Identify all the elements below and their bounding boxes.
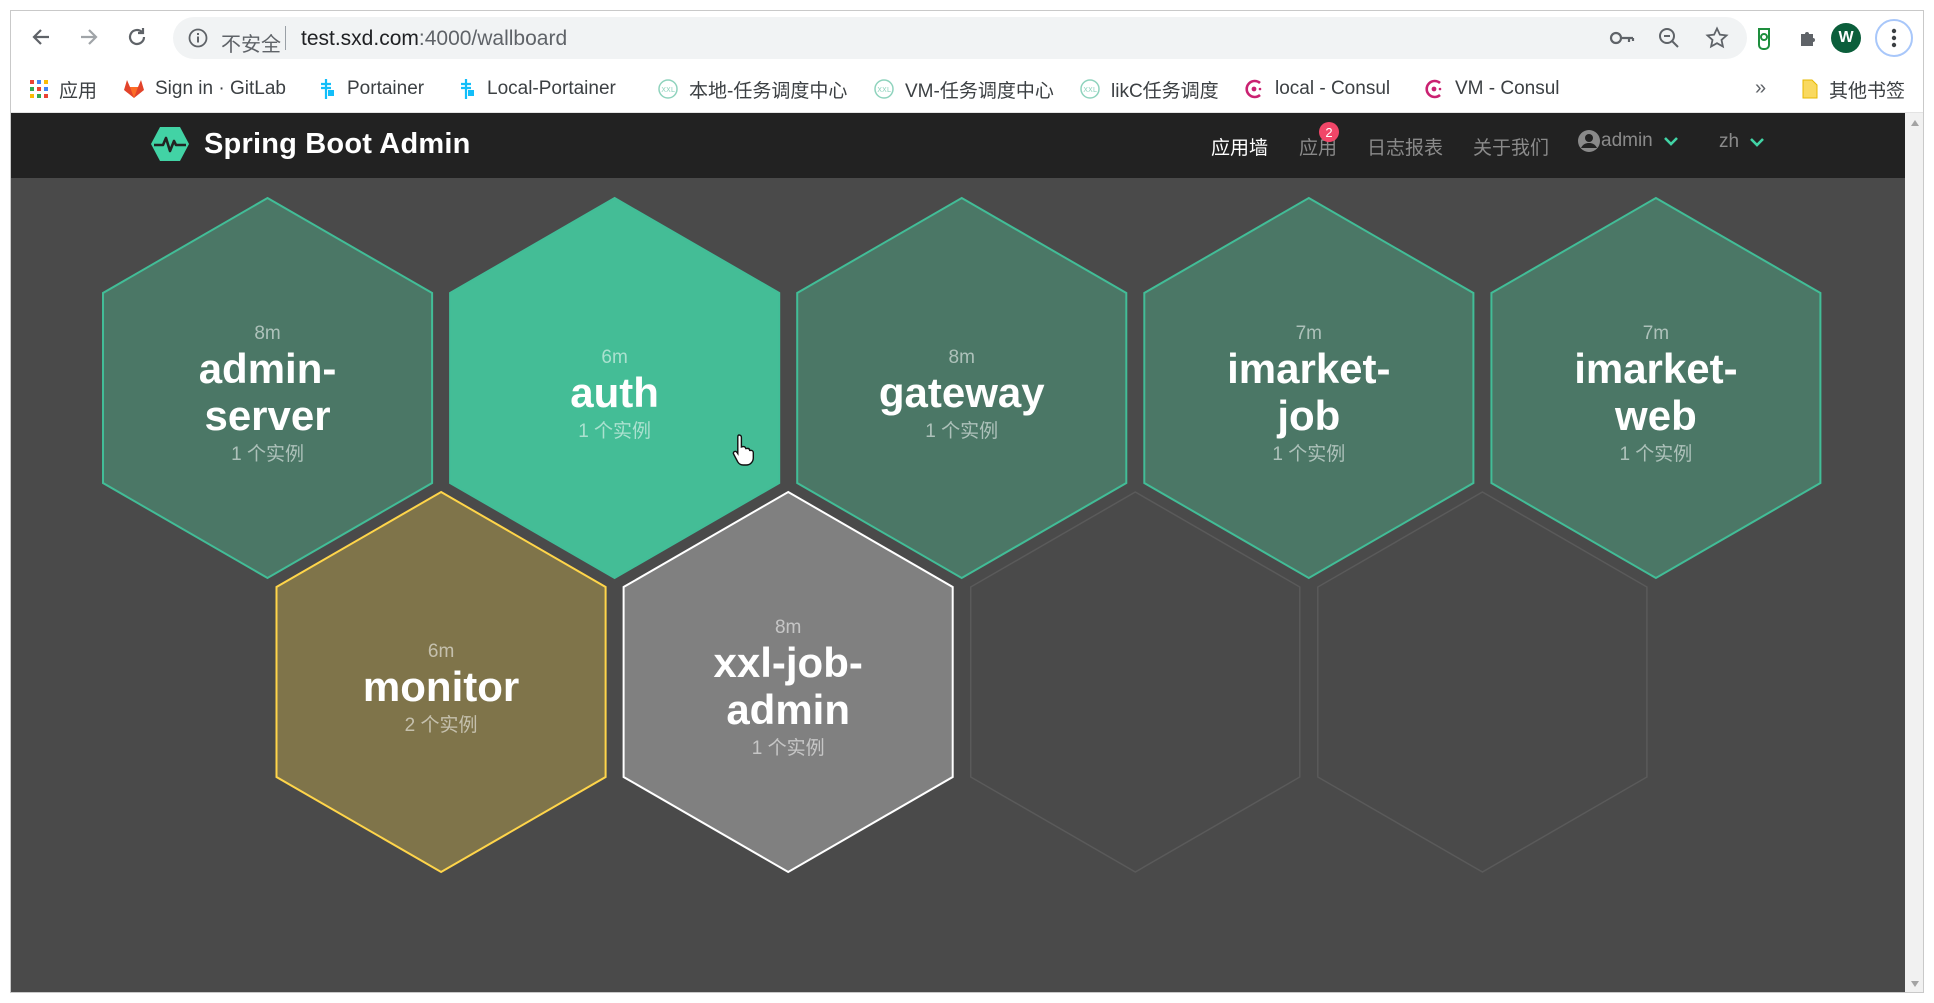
puzzle-icon[interactable] bbox=[1797, 26, 1821, 50]
bookmark-vm-xxl-job[interactable]: XXL VM-任务调度中心 bbox=[873, 75, 1054, 103]
bookmark-vm-consul[interactable]: VM - Consul bbox=[1423, 75, 1560, 103]
bookmark-label: 应用 bbox=[59, 80, 98, 102]
folder-icon bbox=[1801, 78, 1819, 100]
wallboard: 8m admin-server 1 个实例 6m auth 1 个实例 8m gateway 1… bbox=[11, 113, 1905, 992]
application-instance-count: 1 个实例 bbox=[751, 738, 825, 759]
page-scrollbar[interactable] bbox=[1905, 113, 1923, 992]
application-name: auth bbox=[570, 368, 659, 416]
consul-icon bbox=[1423, 78, 1445, 100]
application-uptime: 7m bbox=[1295, 323, 1323, 344]
application-instance-count: 2 个实例 bbox=[404, 714, 478, 736]
bookmark-local-xxl-job[interactable]: XXL 本地-任务调度中心 bbox=[657, 75, 847, 103]
application-instance-count: 1 个实例 bbox=[925, 420, 999, 442]
application-tile-label[interactable]: 8m admin-server 1 个实例 bbox=[199, 323, 337, 466]
empty-hexagon-slot bbox=[969, 491, 1301, 873]
bookmark-gitlab[interactable]: Sign in · GitLab bbox=[123, 75, 286, 103]
application-uptime: 8m bbox=[254, 323, 281, 344]
browser-toolbar: 不安全 test.sxd.com:4000/wallboard W bbox=[11, 11, 1923, 65]
application-name: web bbox=[1615, 392, 1697, 439]
forward-arrow-icon bbox=[81, 29, 98, 45]
zoom-icon[interactable] bbox=[1657, 26, 1681, 50]
pointer-cursor-icon bbox=[732, 434, 754, 466]
application-name: monitor bbox=[362, 662, 520, 710]
application-tile-label[interactable]: 8m xxl-job-admin 1 个实例 bbox=[714, 617, 863, 760]
application-name: gateway bbox=[878, 368, 1045, 416]
bookmark-likc-xxl-job[interactable]: XXL likC任务调度 bbox=[1079, 75, 1219, 103]
application-uptime: 6m bbox=[601, 346, 628, 368]
reload-button[interactable] bbox=[119, 19, 155, 55]
bookmarks-overflow-button[interactable]: » bbox=[1755, 77, 1766, 100]
bookmark-label: 本地-任务调度中心 bbox=[689, 80, 848, 102]
consul-icon bbox=[1243, 78, 1265, 100]
application-name: xxl-job- bbox=[713, 639, 863, 686]
scroll-down-arrow-icon[interactable] bbox=[1910, 980, 1920, 988]
bookmark-local-portainer[interactable]: Local-Portainer bbox=[457, 75, 616, 103]
bookmark-label: likC任务调度 bbox=[1111, 80, 1219, 102]
application-instance-count: 1 个实例 bbox=[1272, 444, 1346, 465]
info-icon[interactable] bbox=[187, 27, 209, 49]
svg-text:XXL: XXL bbox=[877, 86, 891, 94]
back-arrow-icon bbox=[32, 29, 49, 45]
bookmark-local-consul[interactable]: local - Consul bbox=[1243, 75, 1390, 103]
forward-button[interactable] bbox=[71, 19, 107, 55]
url-path: :4000/wallboard bbox=[418, 27, 568, 50]
bookmarks-bar: 应用 Sign in · GitLab Portainer Local-Port… bbox=[11, 65, 1923, 113]
extension-icon[interactable] bbox=[1753, 25, 1777, 51]
wallboard-hexagons bbox=[102, 196, 1822, 874]
url-host: test.sxd.com bbox=[301, 27, 419, 50]
xxl-job-icon: XXL bbox=[1079, 78, 1101, 100]
bookmark-label: Local-Portainer bbox=[487, 78, 616, 99]
bookmark-portainer[interactable]: Portainer bbox=[317, 75, 424, 103]
application-name: admin- bbox=[198, 345, 337, 392]
application-name: job bbox=[1277, 392, 1341, 439]
browser-menu-button[interactable] bbox=[1875, 19, 1913, 57]
application-instance-count: 1 个实例 bbox=[1619, 444, 1693, 465]
portainer-icon bbox=[317, 78, 337, 100]
bookmark-label: Portainer bbox=[347, 78, 425, 99]
application-name: imarket- bbox=[1227, 345, 1391, 392]
omnibox-separator bbox=[285, 26, 286, 50]
back-button[interactable] bbox=[23, 19, 59, 55]
scroll-up-arrow-icon[interactable] bbox=[1910, 119, 1920, 127]
application-tile-label[interactable]: 6m auth 1 个实例 bbox=[570, 347, 659, 443]
application-name: admin bbox=[726, 686, 851, 733]
application-uptime: 6m bbox=[427, 640, 455, 662]
bookmark-label: VM-任务调度中心 bbox=[905, 80, 1054, 102]
spring-boot-admin-app: Spring Boot Admin 应用墙 应用 2 日志报表 关于我们 adm… bbox=[11, 113, 1905, 992]
other-bookmarks[interactable]: 其他书签 bbox=[1801, 75, 1905, 103]
application-uptime: 8m bbox=[948, 346, 975, 368]
application-tile-label[interactable]: 7m imarket-job 1 个实例 bbox=[1227, 323, 1390, 466]
application-name: server bbox=[204, 392, 331, 439]
portainer-icon bbox=[457, 78, 477, 100]
application-instance-count: 1 个实例 bbox=[578, 420, 652, 442]
apps-grid-icon bbox=[29, 79, 49, 99]
gitlab-icon bbox=[123, 79, 145, 99]
empty-hexagon-slot bbox=[1317, 491, 1648, 873]
xxl-job-icon: XXL bbox=[873, 78, 895, 100]
bookmark-label: Sign in · GitLab bbox=[155, 78, 286, 99]
application-uptime: 7m bbox=[1642, 323, 1670, 344]
application-tile-label[interactable]: 8m gateway 1 个实例 bbox=[879, 347, 1045, 443]
url-text[interactable]: test.sxd.com:4000/wallboard bbox=[301, 27, 567, 51]
security-label: 不安全 bbox=[221, 34, 281, 56]
svg-text:XXL: XXL bbox=[1083, 86, 1097, 94]
more-vertical-icon bbox=[1891, 28, 1897, 48]
application-uptime: 8m bbox=[774, 617, 802, 638]
svg-text:XXL: XXL bbox=[661, 86, 675, 94]
bookmark-apps[interactable]: 应用 bbox=[29, 75, 97, 103]
application-name: imarket- bbox=[1574, 345, 1738, 392]
application-tile-label[interactable]: 6m monitor 2 个实例 bbox=[363, 641, 519, 737]
bookmark-label: 其他书签 bbox=[1829, 80, 1906, 102]
xxl-job-icon: XXL bbox=[657, 78, 679, 100]
bookmark-label: local - Consul bbox=[1275, 78, 1391, 99]
profile-avatar[interactable]: W bbox=[1831, 23, 1861, 53]
bookmark-star-icon[interactable] bbox=[1705, 26, 1729, 50]
application-tile-label[interactable]: 7m imarket-web 1 个实例 bbox=[1574, 323, 1737, 466]
browser-window: 不安全 test.sxd.com:4000/wallboard W 应用 Sig… bbox=[10, 10, 1924, 993]
bookmark-label: VM - Consul bbox=[1455, 78, 1560, 99]
application-instance-count: 1 个实例 bbox=[231, 444, 304, 465]
key-icon[interactable] bbox=[1609, 26, 1635, 50]
address-bar[interactable]: 不安全 test.sxd.com:4000/wallboard bbox=[173, 17, 1747, 59]
reload-icon bbox=[128, 28, 146, 46]
